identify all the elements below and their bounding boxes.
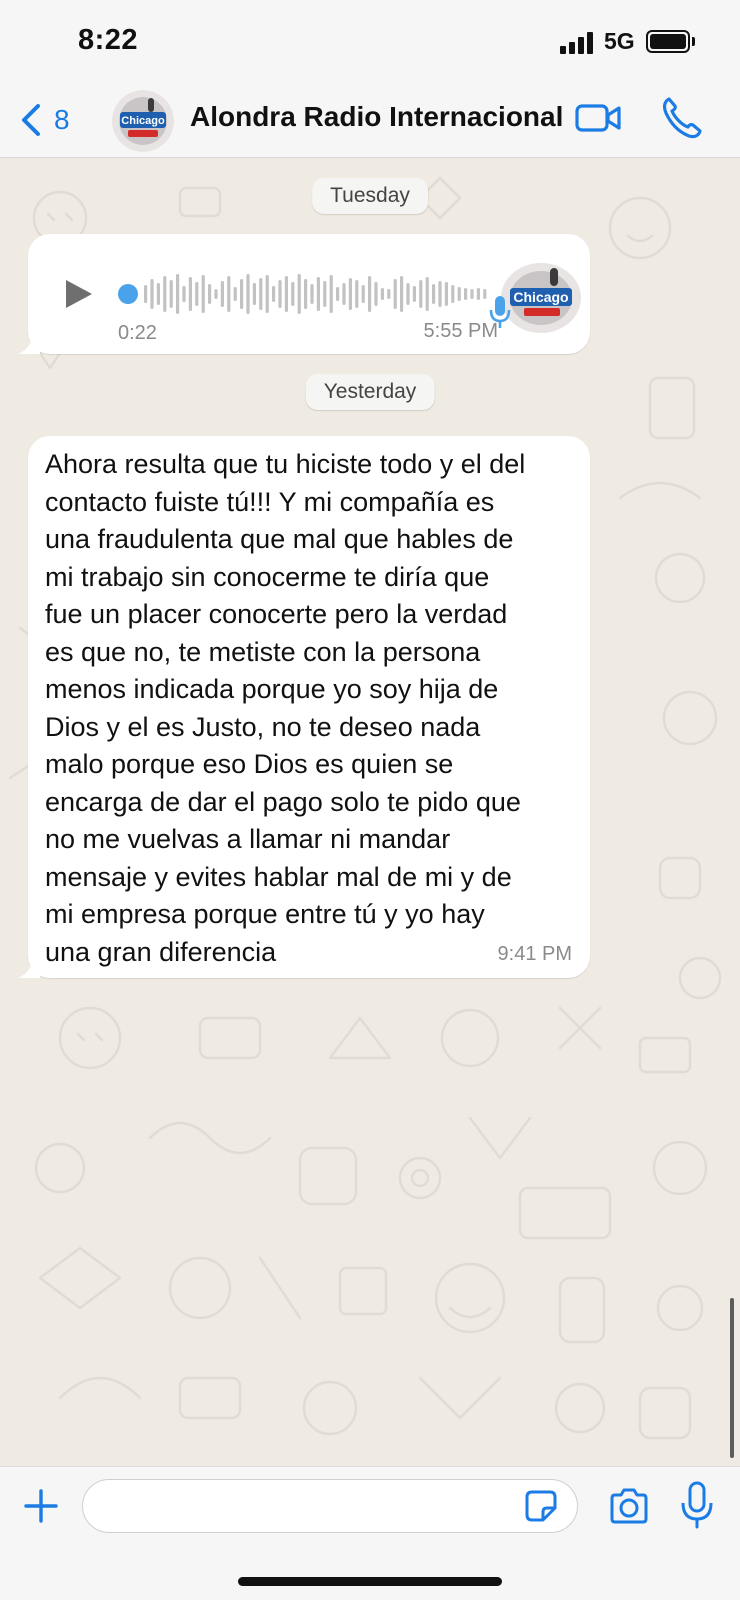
camera-icon[interactable] bbox=[608, 1487, 650, 1525]
avatar[interactable]: Chicago bbox=[112, 90, 174, 152]
waveform-bar bbox=[483, 289, 487, 299]
signal-bars-icon bbox=[560, 32, 594, 54]
svg-text:Chicago: Chicago bbox=[121, 115, 165, 127]
waveform-bar bbox=[304, 279, 308, 309]
waveform-bar bbox=[284, 276, 288, 312]
waveform-bar bbox=[291, 282, 295, 306]
network-type: 5G bbox=[604, 28, 635, 54]
home-indicator[interactable] bbox=[238, 1577, 502, 1586]
waveform-bar bbox=[348, 278, 352, 310]
voice-waveform[interactable] bbox=[118, 270, 498, 318]
waveform-bar bbox=[233, 287, 237, 301]
waveform-bar bbox=[457, 287, 461, 301]
waveform-bar bbox=[464, 288, 468, 300]
waveform-bar bbox=[342, 283, 346, 305]
plus-icon[interactable] bbox=[22, 1487, 60, 1525]
waveform-bar bbox=[265, 275, 269, 313]
waveform-bar bbox=[278, 280, 282, 308]
chat-header: 8 Chicago Alondra Radio Internacional bbox=[0, 84, 740, 158]
waveform-bar bbox=[425, 277, 429, 311]
waveform-bar bbox=[144, 285, 148, 303]
sticker-icon[interactable] bbox=[524, 1489, 558, 1523]
sender-avatar: Chicago bbox=[500, 262, 582, 334]
microphone-icon[interactable] bbox=[680, 1481, 714, 1529]
video-camera-icon[interactable] bbox=[574, 100, 622, 136]
status-bar: 8:22 5G bbox=[0, 0, 740, 84]
waveform-bar bbox=[400, 276, 404, 312]
battery-tip bbox=[692, 37, 695, 46]
waveform-bar bbox=[246, 274, 250, 314]
voice-message-bubble[interactable]: 0:22 5:55 PM Chicago bbox=[18, 234, 590, 354]
contact-name[interactable]: Alondra Radio Internacional bbox=[190, 101, 563, 133]
text-message-bubble[interactable]: Ahora resulta que tu hiciste todo y el d… bbox=[18, 436, 590, 978]
waveform-bar bbox=[393, 279, 397, 309]
waveform-bar bbox=[272, 286, 276, 302]
waveform-bar bbox=[176, 274, 180, 314]
message-input[interactable] bbox=[82, 1479, 578, 1533]
date-chip: Tuesday bbox=[312, 178, 428, 214]
waveform-bar bbox=[201, 275, 205, 313]
waveform-bar bbox=[451, 285, 455, 303]
waveform-bar bbox=[329, 275, 333, 313]
unread-count: 8 bbox=[54, 104, 70, 135]
waveform-bar bbox=[227, 276, 231, 312]
waveform-bar bbox=[316, 277, 320, 311]
message-timestamp: 9:41 PM bbox=[497, 943, 572, 965]
waveform-bar bbox=[432, 284, 436, 304]
waveform-bar bbox=[438, 281, 442, 307]
voice-duration: 0:22 bbox=[118, 322, 157, 344]
phone-icon[interactable] bbox=[660, 94, 702, 140]
waveform-bar bbox=[336, 287, 340, 301]
radio-logo-icon: Chicago bbox=[501, 263, 581, 333]
scroll-indicator[interactable] bbox=[730, 1298, 734, 1458]
waveform-bar bbox=[406, 283, 410, 305]
waveform-bar bbox=[368, 276, 372, 312]
waveform-bar bbox=[259, 278, 263, 310]
date-chip: Yesterday bbox=[305, 374, 435, 410]
message-text: Ahora resulta que tu hiciste todo y el d… bbox=[45, 449, 526, 967]
waveform-bar bbox=[387, 289, 391, 299]
message-timestamp: 5:55 PM bbox=[423, 320, 498, 342]
chevron-left-icon bbox=[22, 104, 40, 136]
microphone-icon bbox=[489, 296, 511, 328]
waveform-bar bbox=[169, 280, 173, 308]
waveform-bar bbox=[150, 279, 154, 309]
status-time: 8:22 bbox=[78, 24, 139, 56]
waveform-bar bbox=[470, 289, 474, 299]
waveform-bar bbox=[240, 279, 244, 309]
waveform-bar bbox=[380, 288, 384, 300]
waveform-bar bbox=[214, 289, 218, 299]
waveform-bar bbox=[182, 286, 186, 302]
waveform-bar bbox=[444, 282, 448, 306]
waveform-bar bbox=[195, 282, 199, 306]
playback-progress-dot[interactable] bbox=[118, 284, 138, 304]
bubble-tail bbox=[18, 334, 40, 354]
waveform-bar bbox=[323, 281, 327, 307]
waveform-bar bbox=[355, 280, 359, 308]
waveform-bar bbox=[156, 283, 160, 305]
back-button[interactable]: 8 bbox=[18, 98, 70, 142]
waveform-bar bbox=[297, 274, 301, 314]
waveform-bar bbox=[252, 283, 256, 305]
waveform-bar bbox=[163, 276, 167, 312]
waveform-bar bbox=[476, 288, 480, 300]
waveform-bar bbox=[419, 280, 423, 308]
waveform-bar bbox=[374, 282, 378, 306]
waveform-bar bbox=[361, 285, 365, 303]
radio-logo-icon: Chicago bbox=[112, 90, 174, 152]
waveform-bar bbox=[412, 286, 416, 302]
battery-icon bbox=[646, 30, 690, 53]
chat-area[interactable]: Tuesday 0:22 5:55 PM Chicago Yesterday A… bbox=[0, 158, 740, 1466]
waveform-bar bbox=[188, 277, 192, 311]
waveform-bar bbox=[310, 284, 314, 304]
play-icon[interactable] bbox=[64, 278, 94, 310]
bubble-tail bbox=[18, 958, 40, 978]
svg-text:Chicago: Chicago bbox=[513, 289, 568, 305]
waveform-bar bbox=[208, 284, 212, 304]
waveform-bar bbox=[220, 281, 224, 307]
